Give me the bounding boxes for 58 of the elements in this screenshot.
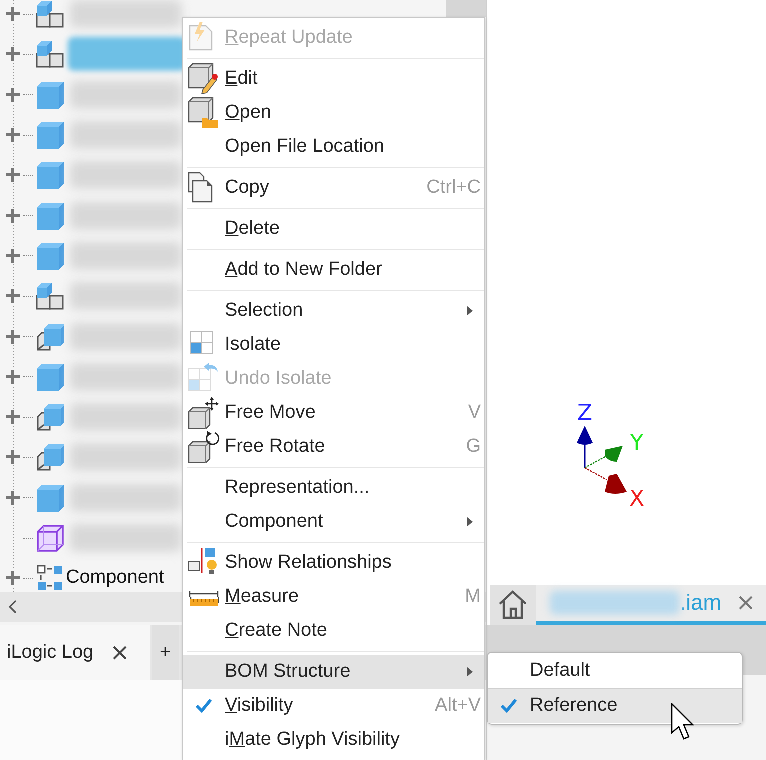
menu-item[interactable]: Open — [183, 96, 484, 130]
tree-item[interactable]: Component — [66, 567, 164, 590]
cube-icon — [36, 362, 64, 391]
menu-item[interactable]: Edit — [183, 62, 484, 96]
edit-cube-icon — [188, 63, 220, 95]
menu-item[interactable]: Measure M — [183, 580, 484, 614]
home-button[interactable] — [490, 585, 536, 625]
menu-item[interactable]: Visibility Alt+V — [183, 689, 484, 723]
menu-item[interactable]: Copy Ctrl+C — [183, 171, 484, 205]
cube-icon — [36, 80, 64, 109]
menu-item[interactable]: Free Move V — [183, 396, 484, 430]
assembly-icon — [36, 40, 64, 68]
cube-icon — [36, 121, 64, 150]
cube-icon — [36, 161, 64, 190]
derived-part-icon — [36, 443, 64, 472]
scroll-left-icon[interactable] — [8, 599, 18, 615]
menu-item[interactable]: Default — [488, 654, 742, 688]
panel-tab[interactable]: iLogic Log — [0, 625, 150, 680]
menu-item[interactable]: BOM Structure — [183, 655, 484, 689]
open-cube-icon — [188, 97, 220, 129]
menu-item[interactable]: Selection — [183, 294, 484, 328]
menu-item[interactable]: Reference — [488, 688, 742, 723]
tab-label: + — [160, 642, 172, 664]
derived-part-icon — [36, 403, 64, 432]
shortcut-hint: Ctrl+C — [426, 177, 482, 199]
home-icon — [497, 589, 529, 621]
move-cube-icon — [188, 397, 220, 429]
shortcut-hint: G — [466, 436, 482, 458]
menu-item[interactable]: Representation... — [183, 471, 484, 505]
cube-icon — [36, 484, 64, 512]
menu-item[interactable]: Show Relationships — [183, 546, 484, 580]
menu-item[interactable]: Isolate — [183, 328, 484, 362]
menu-item[interactable]: Delete — [183, 212, 484, 246]
axis-label: Z — [577, 401, 593, 426]
axis-label: X — [629, 487, 645, 510]
panel-tab[interactable]: + — [152, 625, 180, 680]
menu-item[interactable]: Add to New Folder — [183, 253, 484, 287]
shortcut-hint: V — [468, 402, 482, 424]
close-icon[interactable] — [112, 644, 128, 660]
rotate-cube-icon — [188, 431, 220, 463]
tab-label: iLogic Log — [7, 642, 94, 664]
menu-item[interactable]: Free Rotate G — [183, 430, 484, 464]
virtual-component-icon — [36, 524, 64, 552]
menu-item[interactable]: iMate Glyph Visibility — [183, 723, 484, 757]
assembly-icon — [36, 282, 64, 310]
derived-part-icon — [36, 322, 64, 351]
assembly-icon — [36, 0, 64, 28]
shortcut-hint: Alt+V — [435, 695, 482, 717]
cube-icon — [36, 202, 64, 230]
cube-icon — [36, 242, 64, 270]
close-icon[interactable] — [738, 595, 754, 611]
axis-triad-drawing — [577, 426, 627, 494]
menu-item[interactable]: Component — [183, 505, 484, 539]
axis-label: Y — [630, 431, 644, 456]
tab-label: .iam — [680, 590, 722, 616]
shortcut-hint: M — [465, 586, 482, 608]
menu-item[interactable]: Create Note — [183, 614, 484, 648]
menu-item[interactable]: Open File Location — [183, 130, 484, 164]
